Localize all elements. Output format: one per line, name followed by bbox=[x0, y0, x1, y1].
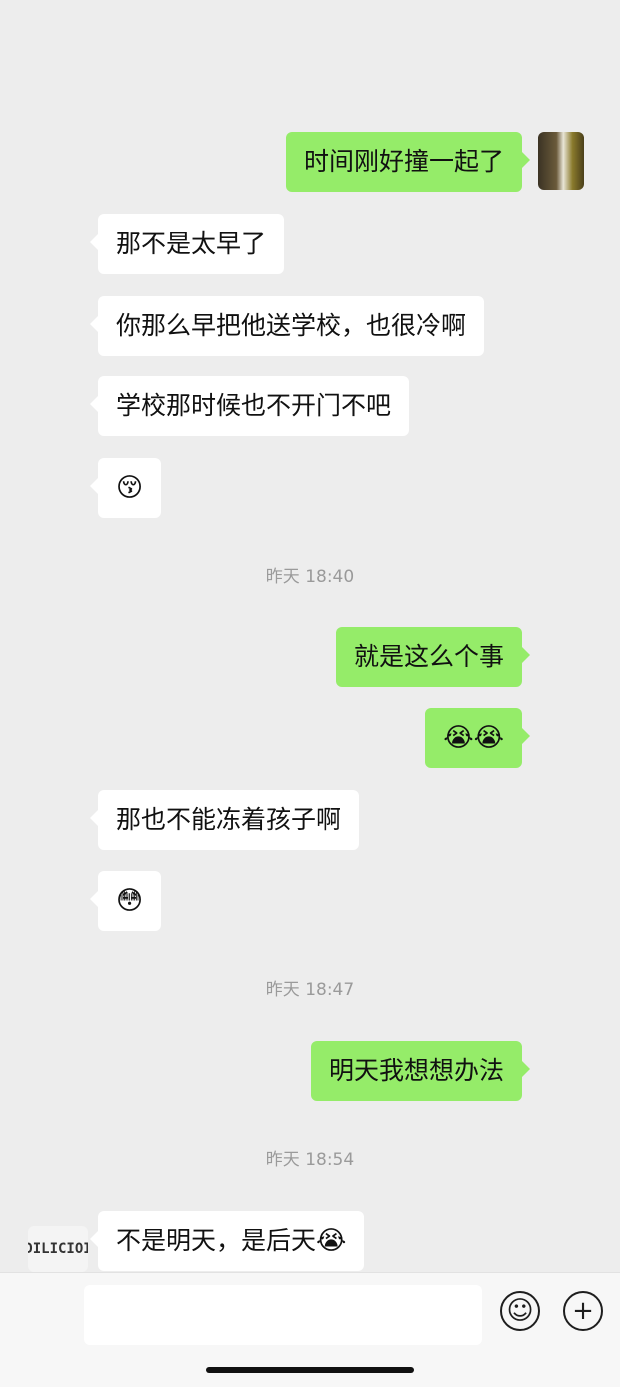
kissing-face-emoji-icon: 😚 bbox=[116, 473, 144, 503]
timestamp: 昨天 18:40 bbox=[265, 567, 355, 587]
chat-area: 时间刚好撞一起了 那不是太早了 你那么早把他送学校，也很冷啊 学校那时候也不开门… bbox=[0, 0, 620, 1272]
message-text: 那也不能冻着孩子啊 bbox=[116, 805, 342, 834]
message-bubble-out[interactable]: 就是这么个事 bbox=[335, 627, 531, 687]
message-text: 学校那时候也不开门不吧 bbox=[116, 391, 392, 420]
message-bubble-out[interactable]: 😭😭 bbox=[425, 708, 530, 768]
message-bubble-in[interactable]: 😳 bbox=[89, 871, 162, 931]
message-bubble-in[interactable]: 不是明天，是后天😭 bbox=[89, 1211, 365, 1271]
message-text: 那不是太早了 bbox=[116, 229, 267, 258]
flushed-face-emoji-icon: 😳 bbox=[116, 886, 144, 916]
message-text: 明天我想想办法 bbox=[328, 1056, 504, 1085]
message-text: 就是这么个事 bbox=[353, 642, 504, 671]
timestamp: 昨天 18:47 bbox=[265, 980, 355, 1000]
message-bubble-in[interactable]: 😚 bbox=[89, 458, 162, 518]
message-bubble-in[interactable]: 你那么早把他送学校，也很冷啊 bbox=[89, 296, 485, 356]
self-avatar[interactable] bbox=[538, 132, 584, 190]
crying-face-emoji-icon: 😭 bbox=[316, 1226, 347, 1256]
message-text: 时间刚好撞一起了 bbox=[303, 147, 504, 176]
timestamp: 昨天 18:54 bbox=[265, 1150, 355, 1170]
message-bubble-in[interactable]: 那也不能冻着孩子啊 bbox=[89, 790, 360, 850]
avatar-text: DILICIOI bbox=[28, 1241, 88, 1257]
plus-button[interactable]: + bbox=[563, 1291, 603, 1331]
home-indicator[interactable] bbox=[206, 1367, 414, 1373]
plus-icon: + bbox=[572, 1296, 594, 1326]
emoji-button[interactable]: ☺ bbox=[500, 1291, 540, 1331]
message-input[interactable] bbox=[84, 1285, 482, 1345]
message-bubble-out[interactable]: 时间刚好撞一起了 bbox=[285, 132, 531, 192]
message-text: 不是明天，是后天 bbox=[116, 1226, 317, 1255]
crying-face-emoji-icon: 😭😭 bbox=[443, 723, 504, 753]
message-bubble-in[interactable]: 学校那时候也不开门不吧 bbox=[89, 376, 410, 436]
message-bubble-in[interactable]: 那不是太早了 bbox=[89, 214, 285, 274]
smiley-icon: ☺ bbox=[506, 1296, 534, 1326]
message-bubble-out[interactable]: 明天我想想办法 bbox=[310, 1041, 531, 1101]
contact-avatar[interactable]: DILICIOI bbox=[28, 1226, 88, 1272]
message-text: 你那么早把他送学校，也很冷啊 bbox=[116, 311, 467, 340]
